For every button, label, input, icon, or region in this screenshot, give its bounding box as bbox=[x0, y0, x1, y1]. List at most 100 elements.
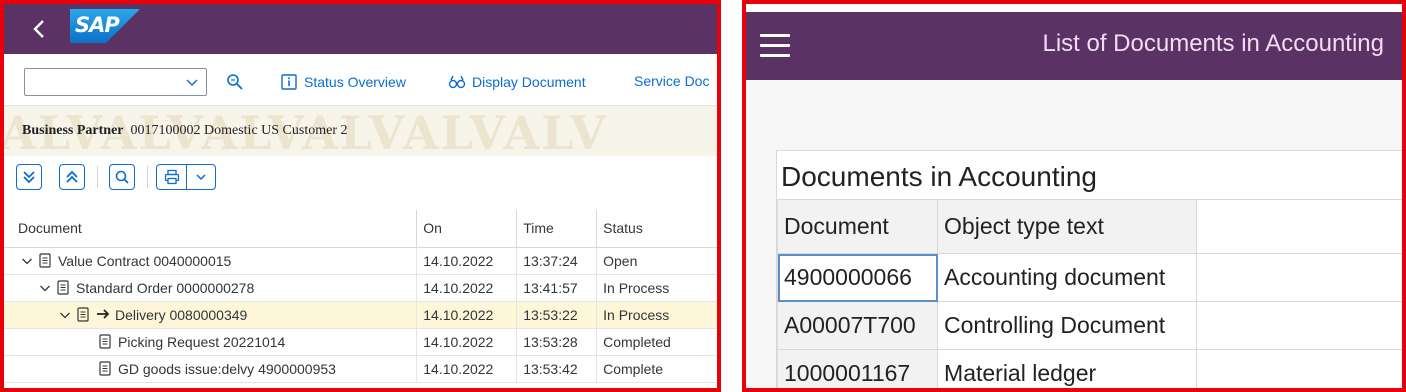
column-header-status[interactable]: Status bbox=[596, 210, 717, 248]
date-cell: 14.10.2022 bbox=[416, 328, 518, 356]
print-menu-button[interactable] bbox=[156, 164, 216, 190]
expand-caret-icon[interactable] bbox=[58, 308, 72, 322]
toolbar-separator bbox=[97, 166, 98, 188]
time-cell: 13:37:24 bbox=[516, 247, 598, 275]
table-row[interactable]: A00007T700 Controlling Document bbox=[776, 301, 1402, 350]
table-row[interactable]: GD goods issue:delvy 4900000953 14.10.20… bbox=[4, 355, 717, 383]
document-link[interactable]: Value Contract 0040000015 bbox=[58, 253, 231, 269]
accounting-documents-table: Document Object type text 4900000066 Acc… bbox=[776, 199, 1402, 388]
document-number-cell[interactable]: 4900000066 bbox=[776, 253, 939, 302]
table-row[interactable]: 4900000066 Accounting document bbox=[776, 253, 1402, 302]
printer-icon bbox=[164, 169, 179, 185]
empty-header-cell bbox=[1196, 199, 1402, 254]
document-icon bbox=[98, 334, 112, 350]
document-number-cell[interactable]: A00007T700 bbox=[776, 301, 939, 350]
toolbar-separator bbox=[147, 166, 148, 188]
shell-header: SAP bbox=[4, 4, 717, 54]
status-cell: In Process bbox=[596, 274, 717, 302]
display-document-label: Display Document bbox=[472, 74, 586, 90]
hamburger-icon-bar bbox=[760, 54, 790, 57]
business-partner-label: Business Partner bbox=[22, 123, 124, 138]
time-cell: 13:53:22 bbox=[516, 301, 598, 329]
sap-logo[interactable]: SAP bbox=[70, 9, 140, 43]
table-header-row: Document On Time Status bbox=[4, 210, 717, 248]
back-button[interactable] bbox=[24, 14, 54, 44]
right-screenshot-panel: List of Documents in Accounting Document… bbox=[742, 0, 1406, 392]
search-icon[interactable] bbox=[226, 73, 244, 91]
status-overview-button[interactable]: Status Overview bbox=[280, 73, 406, 91]
column-header-document[interactable]: Document bbox=[776, 199, 939, 254]
table-row[interactable]: Standard Order 0000000278 14.10.2022 13:… bbox=[4, 274, 717, 302]
expand-caret-icon[interactable] bbox=[38, 281, 52, 295]
column-header-on[interactable]: On bbox=[416, 210, 518, 248]
find-button[interactable] bbox=[109, 164, 135, 190]
service-document-button[interactable]: Service Doc bbox=[634, 73, 709, 89]
content-area: Documents in Accounting Document Object … bbox=[746, 80, 1402, 388]
time-cell: 13:53:42 bbox=[516, 355, 598, 383]
table-row[interactable]: Value Contract 0040000015 14.10.2022 13:… bbox=[4, 247, 717, 275]
document-icon bbox=[76, 307, 90, 323]
object-type-cell[interactable]: Material ledger bbox=[937, 349, 1197, 388]
print-dropdown-button[interactable] bbox=[187, 165, 215, 189]
menu-button[interactable] bbox=[760, 34, 792, 58]
collapse-all-button[interactable] bbox=[59, 164, 85, 190]
shell-header: List of Documents in Accounting bbox=[746, 12, 1402, 80]
tree-toolbar bbox=[4, 156, 717, 202]
table-row[interactable]: Picking Request 20221014 14.10.2022 13:5… bbox=[4, 328, 717, 356]
business-partner-line: Business Partner 0017100002 Domestic US … bbox=[22, 123, 348, 139]
date-cell: 14.10.2022 bbox=[416, 274, 518, 302]
document-icon bbox=[56, 280, 70, 296]
document-link[interactable]: Standard Order 0000000278 bbox=[76, 280, 254, 296]
variant-select[interactable] bbox=[24, 68, 207, 96]
status-cell: Open bbox=[596, 247, 717, 275]
business-partner-value: 0017100002 Domestic US Customer 2 bbox=[130, 123, 348, 138]
hamburger-icon bbox=[760, 34, 790, 37]
status-overview-label: Status Overview bbox=[304, 74, 406, 90]
object-type-cell[interactable]: Controlling Document bbox=[937, 301, 1197, 350]
left-screenshot-panel: SAP Status Overview Display Document Ser… bbox=[0, 0, 721, 392]
document-link[interactable]: GD goods issue:delvy 4900000953 bbox=[118, 361, 336, 377]
documents-panel: Documents in Accounting Document Object … bbox=[776, 150, 1402, 388]
date-cell: 14.10.2022 bbox=[416, 301, 518, 329]
service-document-label: Service Doc bbox=[634, 73, 710, 89]
business-partner-header: ALVALVALVALVALVALV Business Partner 0017… bbox=[4, 106, 717, 156]
display-document-button[interactable]: Display Document bbox=[448, 73, 586, 91]
empty-cell bbox=[1196, 253, 1402, 302]
panel-title: Documents in Accounting bbox=[781, 161, 1097, 192]
chevron-down-icon bbox=[196, 174, 206, 181]
double-chevron-down-icon bbox=[23, 171, 35, 184]
document-link[interactable]: Picking Request 20221014 bbox=[118, 334, 285, 350]
arrow-right-icon bbox=[96, 307, 110, 323]
table-header-row: Document Object type text bbox=[776, 199, 1402, 254]
print-button[interactable] bbox=[157, 165, 187, 189]
column-header-document[interactable]: Document bbox=[4, 210, 418, 248]
page-title: List of Documents in Accounting bbox=[1042, 30, 1384, 57]
expand-caret-icon[interactable] bbox=[20, 254, 34, 268]
expand-all-button[interactable] bbox=[16, 164, 42, 190]
document-number-cell[interactable]: 1000001167 bbox=[776, 349, 939, 388]
table-row-selected[interactable]: Delivery 0080000349 14.10.2022 13:53:22 … bbox=[4, 301, 717, 329]
chevron-down-icon bbox=[186, 79, 198, 86]
hamburger-icon-bar bbox=[760, 44, 790, 47]
double-chevron-up-icon bbox=[66, 170, 78, 183]
search-icon bbox=[115, 170, 129, 184]
document-flow-tree: Document On Time Status Value Contract 0… bbox=[4, 210, 717, 383]
status-cell: Complete bbox=[596, 355, 717, 383]
document-link[interactable]: Delivery 0080000349 bbox=[115, 307, 247, 323]
app-toolbar: Status Overview Display Document Service… bbox=[4, 54, 717, 106]
column-header-time[interactable]: Time bbox=[516, 210, 598, 248]
table-row[interactable]: 1000001167 Material ledger bbox=[776, 349, 1402, 388]
sap-logo-text: SAP bbox=[75, 13, 120, 37]
column-header-object-type[interactable]: Object type text bbox=[937, 199, 1197, 254]
chevron-left-icon bbox=[33, 20, 44, 38]
empty-cell bbox=[1196, 301, 1402, 350]
status-cell: Completed bbox=[596, 328, 717, 356]
document-icon bbox=[38, 253, 52, 269]
binoculars-icon bbox=[448, 73, 466, 91]
date-cell: 14.10.2022 bbox=[416, 247, 518, 275]
object-type-cell[interactable]: Accounting document bbox=[937, 253, 1197, 302]
status-cell: In Process bbox=[596, 301, 717, 329]
document-icon bbox=[98, 361, 112, 377]
empty-cell bbox=[1196, 349, 1402, 388]
time-cell: 13:41:57 bbox=[516, 274, 598, 302]
